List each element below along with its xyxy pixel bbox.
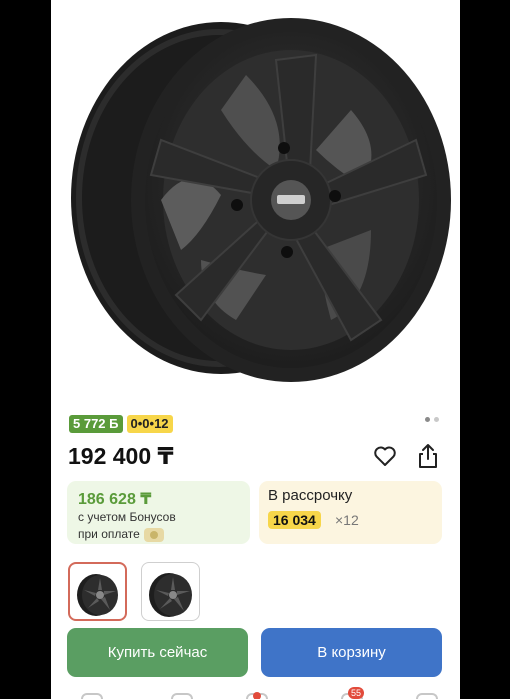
installment-card[interactable]: В рассрочку 16 034 ×12	[259, 481, 442, 544]
tab-catalog-icon[interactable]	[171, 693, 193, 699]
bonus-caption-line2: при оплате	[78, 527, 164, 542]
cart-count-badge: 55	[348, 687, 365, 699]
add-to-cart-button[interactable]: В корзину	[261, 628, 442, 677]
bonus-price: 186 628 ₸	[78, 491, 152, 508]
gallery-pagination	[425, 417, 439, 422]
heart-icon[interactable]	[373, 445, 397, 467]
gallery-thumbnail-selected[interactable]	[68, 562, 127, 621]
notification-dot	[253, 692, 261, 699]
bonus-caption-line1: с учетом Бонусов	[78, 510, 176, 524]
installment-badge: 0•0•12	[126, 415, 173, 433]
product-price: 192 400 ₸	[68, 443, 174, 469]
product-main-image[interactable]	[51, 0, 460, 402]
bonus-price-card[interactable]: 186 628 ₸ с учетом Бонусов при оплате	[67, 481, 250, 544]
installment-monthly: 16 034	[268, 511, 321, 529]
gallery-thumbnail[interactable]	[141, 562, 200, 621]
installment-multiplier: ×12	[335, 512, 359, 528]
product-screen: 5 772 Б 0•0•12 192 400 ₸ 186 628 ₸ с уче…	[51, 0, 460, 699]
gallery-dot[interactable]	[425, 417, 430, 422]
installment-label: В рассрочку	[268, 487, 353, 504]
bonus-badge: 5 772 Б	[69, 415, 123, 433]
tab-home-icon[interactable]	[81, 693, 103, 699]
gallery-dot[interactable]	[434, 417, 439, 422]
buy-now-button[interactable]: Купить сейчас	[67, 628, 248, 677]
bonus-coin-icon	[143, 527, 164, 542]
promo-badges: 5 772 Б 0•0•12	[69, 415, 173, 433]
bonus-caption-text: при оплате	[78, 527, 140, 541]
tab-profile-icon[interactable]	[416, 693, 438, 699]
share-icon[interactable]	[417, 443, 439, 469]
